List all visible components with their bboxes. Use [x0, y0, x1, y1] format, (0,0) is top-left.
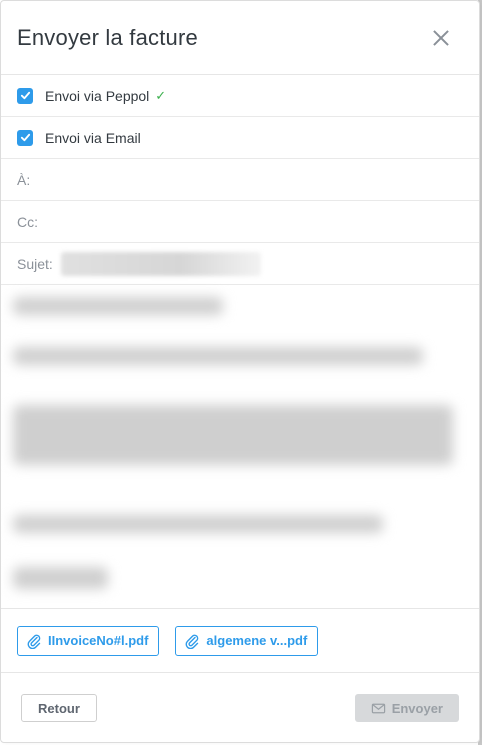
attachment-invoice-pdf[interactable]: IInvoiceNo#l.pdf [17, 625, 160, 656]
peppol-checkbox[interactable] [17, 87, 33, 104]
to-label: À: [17, 171, 31, 188]
redacted-line [13, 347, 423, 365]
redacted-line [13, 515, 383, 533]
email-label: Envoi via Email [45, 129, 141, 146]
attachment-name: algemene v...pdf [206, 633, 308, 648]
close-icon[interactable] [429, 26, 453, 50]
to-input[interactable] [61, 165, 463, 194]
subject-field-row: Sujet: [1, 243, 479, 285]
peppol-verified-icon: ✓ [155, 87, 167, 103]
redacted-line [13, 567, 108, 589]
email-option-row[interactable]: Envoi via Email [1, 117, 479, 159]
cc-input[interactable] [61, 207, 463, 236]
attachment-algemene-pdf[interactable]: algemene v...pdf [175, 625, 319, 656]
modal-header: Envoyer la facture [1, 1, 479, 75]
send-button[interactable]: Envoyer [354, 694, 459, 722]
envelope-icon [371, 703, 385, 713]
attachments-bar: IInvoiceNo#l.pdf algemene v...pdf [1, 609, 479, 673]
subject-input-redacted[interactable] [61, 251, 261, 276]
redacted-paragraph [13, 405, 453, 465]
send-button-label: Envoyer [391, 700, 443, 716]
paperclip-icon [185, 634, 199, 649]
redacted-line [13, 297, 223, 315]
cc-label: Cc: [17, 213, 38, 230]
message-body-redacted[interactable] [1, 285, 479, 609]
peppol-label: Envoi via Peppol [45, 87, 150, 104]
to-field-row: À: [1, 159, 479, 201]
modal-footer: Retour Envoyer [1, 673, 479, 742]
peppol-option-row[interactable]: Envoi via Peppol ✓ [1, 75, 479, 117]
back-button[interactable]: Retour [21, 694, 97, 722]
paperclip-icon [27, 634, 41, 649]
email-checkbox[interactable] [17, 129, 33, 146]
attachment-name: IInvoiceNo#l.pdf [48, 633, 149, 648]
subject-label: Sujet: [17, 255, 53, 272]
send-invoice-modal: Envoyer la facture Envoi via Peppol ✓ En… [0, 0, 480, 743]
cc-field-row: Cc: [1, 201, 479, 243]
modal-title: Envoyer la facture [17, 24, 198, 50]
